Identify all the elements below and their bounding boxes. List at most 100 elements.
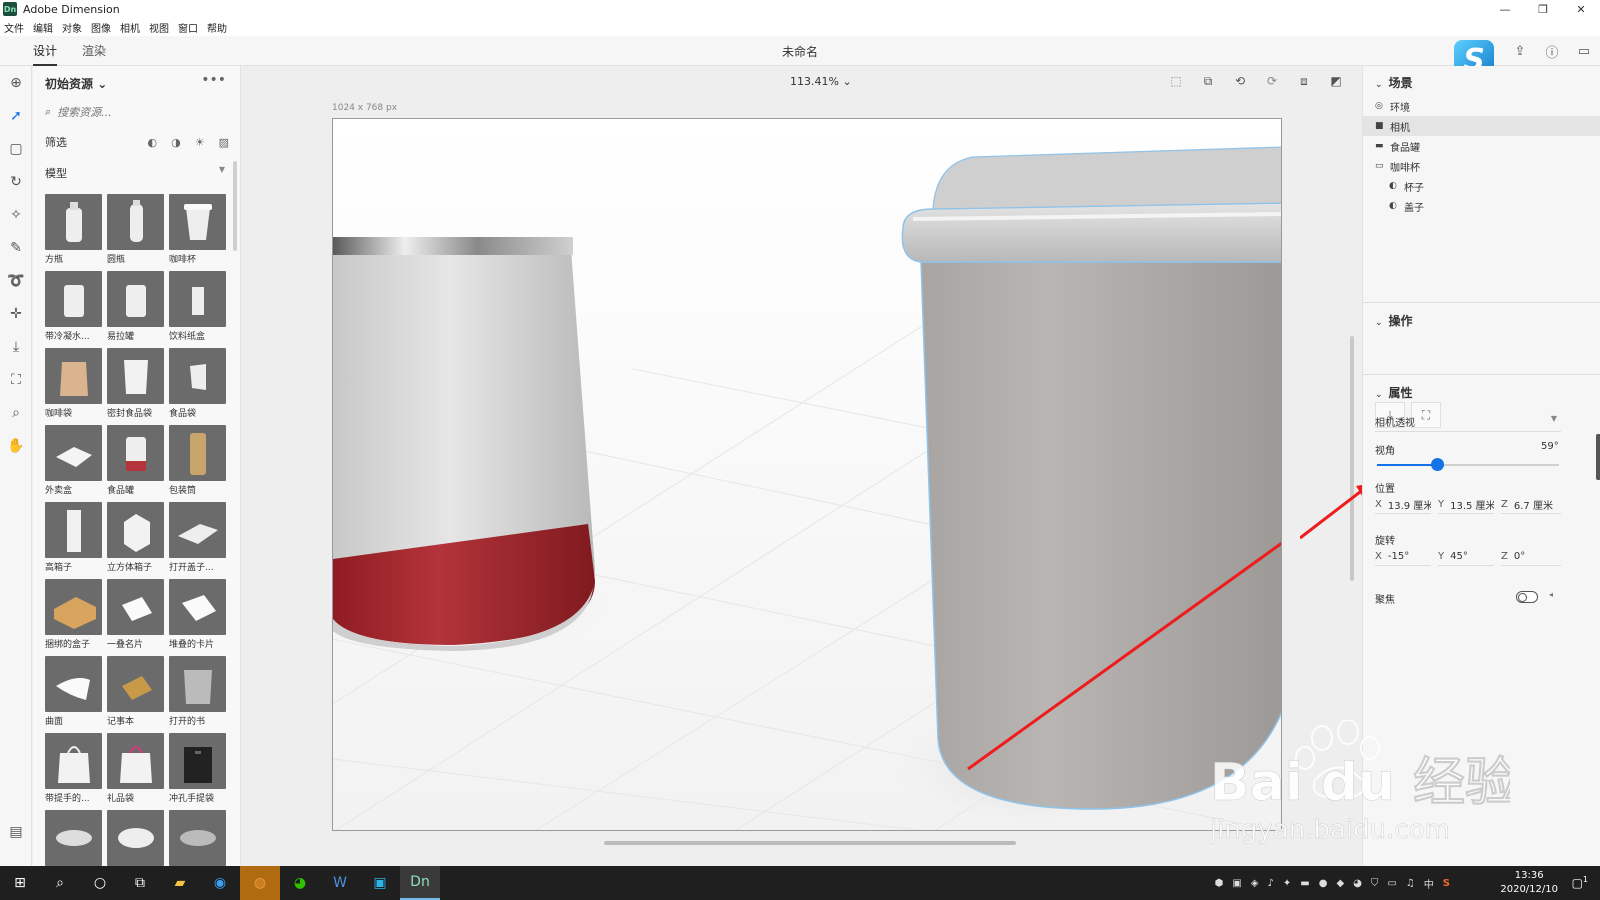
file-explorer-icon[interactable]: ▰ <box>160 866 200 900</box>
properties-section-header[interactable]: ⌄ 属性 <box>1375 384 1413 401</box>
assets-scrollbar[interactable] <box>233 161 237 251</box>
notification-center-icon[interactable]: ▢1 <box>1572 875 1588 890</box>
tray-app-icon[interactable]: ⬢ <box>1215 878 1224 889</box>
render-preview-icon[interactable]: ◩ <box>1320 74 1352 89</box>
tray-app-icon[interactable]: ▬ <box>1300 878 1309 889</box>
light-filter-icon[interactable]: ☀ <box>195 136 205 149</box>
ime-indicator[interactable]: 中 <box>1424 876 1434 891</box>
actions-section-header[interactable]: ⌄ 操作 <box>1375 312 1413 329</box>
asset-tile[interactable]: 方瓶 <box>45 194 102 265</box>
menu-camera[interactable]: 相机 <box>120 20 140 35</box>
image-filter-icon[interactable]: ▨ <box>219 136 229 149</box>
tray-app-icon[interactable]: ◆ <box>1336 878 1344 889</box>
canvas-horizontal-scrollbar[interactable] <box>604 841 1016 845</box>
fov-slider-handle[interactable] <box>1431 458 1445 471</box>
asset-tile[interactable]: 食品袋 <box>169 348 226 419</box>
asset-tile[interactable]: 外卖盒 <box>45 425 102 496</box>
category-models[interactable]: 模型 ▼ <box>45 165 225 181</box>
panel-toggle-icon[interactable]: ▤ <box>0 815 32 848</box>
rotate-view-icon[interactable]: ⟲ <box>1224 74 1256 89</box>
orbit-tool-icon[interactable]: ↻ <box>0 165 32 198</box>
hand-icon[interactable]: ✋ <box>0 429 32 462</box>
asset-tile[interactable]: 礼品袋 <box>107 733 164 804</box>
search-input[interactable] <box>57 105 208 119</box>
chevron-left-icon[interactable]: ◂ <box>1549 590 1553 599</box>
add-icon[interactable]: ⊕ <box>0 66 32 99</box>
drop-to-ground-icon[interactable]: ⤓ <box>0 330 32 363</box>
scene-item[interactable]: ◐ 盖子 <box>1363 196 1600 216</box>
rotation-y-field[interactable]: Y 45° <box>1438 548 1494 566</box>
close-button[interactable]: ✕ <box>1562 0 1600 18</box>
fov-value[interactable]: 59° <box>1541 441 1559 452</box>
menu-object[interactable]: 对象 <box>62 20 82 35</box>
magic-wand-icon[interactable]: ✧ <box>0 198 32 231</box>
asset-tile[interactable]: 捆绑的盒子 <box>45 579 102 650</box>
windows-start-icon[interactable]: ⊞ <box>0 866 40 900</box>
panel-collapse-handle[interactable] <box>1596 434 1600 480</box>
scene-item[interactable]: ▭ 咖啡杯 <box>1363 156 1600 176</box>
focus-toggle[interactable] <box>1516 591 1538 603</box>
asset-tile[interactable]: 立方体箱子 <box>107 502 164 573</box>
asset-tile[interactable]: 带提手的... <box>45 733 102 804</box>
scene-item[interactable]: ▬ 食品罐 <box>1363 136 1600 156</box>
assets-title[interactable]: 初始资源 ⌄ <box>45 75 107 92</box>
asset-tile[interactable]: 堆叠的卡片 <box>169 579 226 650</box>
asset-tile[interactable]: 记事本 <box>107 656 164 727</box>
volume-icon[interactable]: ♫ <box>1406 878 1415 889</box>
tab-render[interactable]: 渲染 <box>82 42 106 64</box>
asset-tile[interactable]: 打开盖子... <box>169 502 226 573</box>
asset-tile[interactable] <box>169 810 226 866</box>
undo-view-icon[interactable]: ⟳ <box>1256 74 1288 89</box>
asset-tile[interactable]: 食品罐 <box>107 425 164 496</box>
minimize-button[interactable]: — <box>1486 0 1524 18</box>
dimension-taskbar-icon[interactable]: Dn <box>400 866 440 900</box>
browser-app-icon[interactable]: ◍ <box>240 866 280 900</box>
rotation-z-field[interactable]: Z 0° <box>1501 548 1561 566</box>
tray-app-icon[interactable]: ▣ <box>1232 878 1241 889</box>
search-icon[interactable]: ⌕ <box>40 866 80 900</box>
scene-section-header[interactable]: ⌄ 场景 <box>1375 74 1413 91</box>
image-viewer-icon[interactable]: ▣ <box>360 866 400 900</box>
asset-tile[interactable]: 一叠名片 <box>107 579 164 650</box>
tab-design[interactable]: 设计 <box>33 42 58 66</box>
position-z-field[interactable]: Z 6.7 厘米 <box>1501 496 1561 514</box>
clock[interactable]: 13:36 2020/12/10 <box>1500 869 1558 897</box>
menu-file[interactable]: 文件 <box>4 20 24 35</box>
wechat-tray-icon[interactable]: ◕ <box>1353 878 1362 889</box>
asset-tile[interactable]: 咖啡袋 <box>45 348 102 419</box>
zoom-dropdown[interactable]: 113.41% ⌄ <box>790 75 852 88</box>
menu-edit[interactable]: 编辑 <box>33 20 53 35</box>
word-icon[interactable]: W <box>320 866 360 900</box>
camera-bookmark-icon[interactable]: ⧈ <box>1288 74 1320 89</box>
move-tool-icon[interactable]: ✛ <box>0 297 32 330</box>
asset-tile[interactable]: 易拉罐 <box>107 271 164 342</box>
cortana-icon[interactable]: ○ <box>80 866 120 900</box>
position-x-field[interactable]: X 13.9 厘米 <box>1375 496 1431 514</box>
asset-tile[interactable]: 冲孔手提袋 <box>169 733 226 804</box>
task-view-icon[interactable]: ⧉ <box>120 866 160 900</box>
menu-help[interactable]: 帮助 <box>207 20 227 35</box>
frame-tool-icon[interactable]: ▢ <box>0 132 32 165</box>
perspective-icon[interactable]: ⛶ <box>0 363 32 396</box>
tray-app-icon[interactable]: ◈ <box>1251 878 1259 889</box>
restore-button[interactable]: ❐ <box>1524 0 1562 18</box>
scene-item[interactable]: ◐ 杯子 <box>1363 176 1600 196</box>
tray-app-icon[interactable]: ● <box>1319 878 1328 889</box>
rotation-x-field[interactable]: X -15° <box>1375 548 1431 566</box>
more-options-icon[interactable]: ••• <box>201 72 226 88</box>
asset-tile[interactable]: 密封食品袋 <box>107 348 164 419</box>
tray-app-icon[interactable]: ✦ <box>1283 878 1291 889</box>
align-icon[interactable]: ⧉ <box>1192 74 1224 89</box>
scene-item[interactable]: ■ 相机 <box>1363 116 1600 136</box>
asset-tile[interactable]: 高箱子 <box>45 502 102 573</box>
asset-tile[interactable]: 饮料纸盒 <box>169 271 226 342</box>
menu-window[interactable]: 窗口 <box>178 20 198 35</box>
position-y-field[interactable]: Y 13.5 厘米 <box>1438 496 1494 514</box>
wechat-icon[interactable]: ◕ <box>280 866 320 900</box>
menu-view[interactable]: 视图 <box>149 20 169 35</box>
network-icon[interactable]: ▭ <box>1387 878 1396 889</box>
asset-tile[interactable] <box>45 810 102 866</box>
asset-tile[interactable]: 咖啡杯 <box>169 194 226 265</box>
share-icon[interactable]: ⇪ <box>1504 44 1536 59</box>
scene-item[interactable]: ◎ 环境 <box>1363 96 1600 116</box>
